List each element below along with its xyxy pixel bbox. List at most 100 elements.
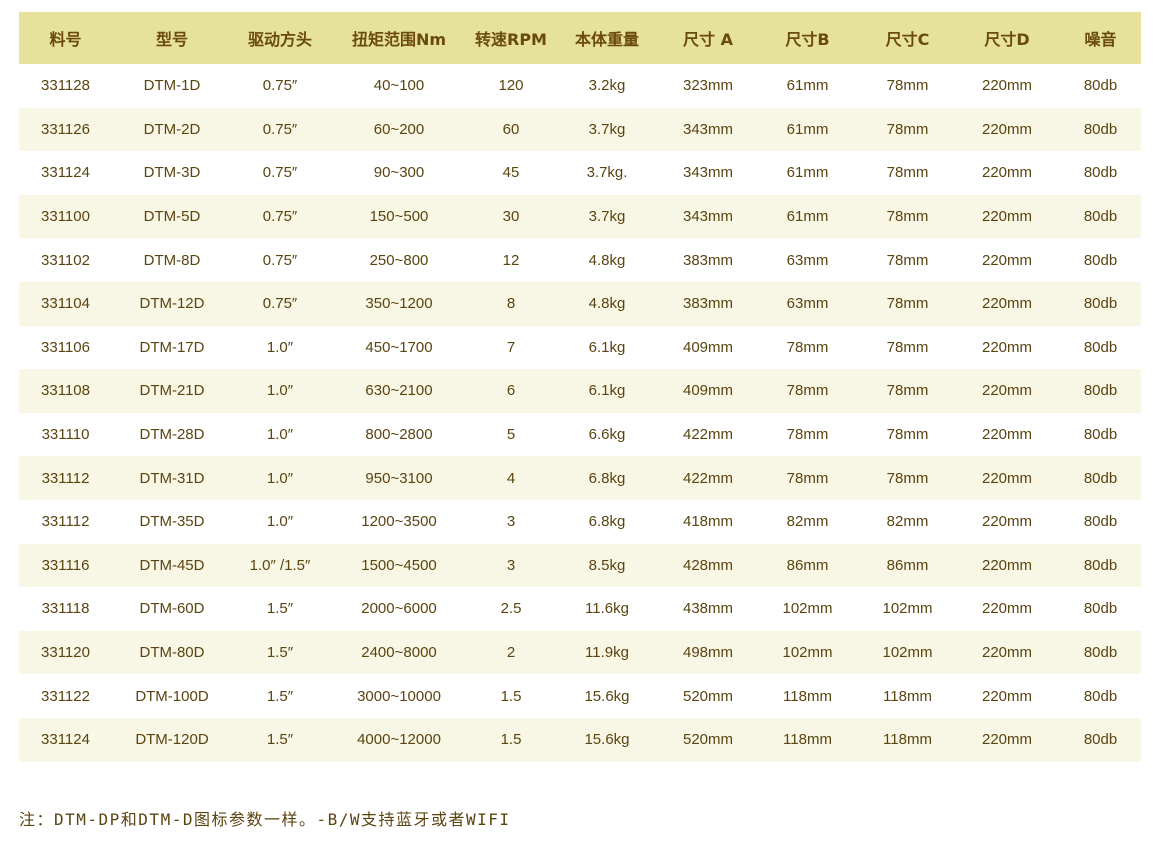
table-cell: 78mm (861, 325, 954, 370)
table-cell: 331110 (19, 412, 112, 457)
table-cell: 102mm (754, 587, 861, 631)
table-cell: 86mm (754, 543, 861, 588)
table-row: 331100 DTM-5D 0.75″ 150~500 30 3.7kg 343mm 61mm… (19, 194, 1141, 239)
table-cell: 2 (470, 630, 552, 675)
table-cell: 331100 (19, 194, 112, 239)
table-cell: 3.2kg (552, 64, 662, 108)
table-cell: 118mm (861, 717, 954, 762)
table-body: 331128 DTM-1D 0.75″ 40~100 120 3.2kg 323mm 61mm… (19, 64, 1141, 762)
column-header: 扭矩范围Nm (328, 12, 470, 64)
table-cell: 1.5 (470, 717, 552, 762)
table-cell: 220mm (954, 238, 1060, 282)
table-cell: 1200~3500 (328, 499, 470, 544)
column-header: 尺寸B (754, 12, 861, 64)
table-cell: 0.75″ (232, 238, 328, 282)
table-cell: 343mm (662, 151, 754, 195)
table-cell: 80db (1060, 281, 1141, 326)
table-cell: 331118 (19, 587, 112, 631)
table-cell: 78mm (861, 64, 954, 108)
table-cell: 7 (470, 325, 552, 370)
table-cell: 220mm (954, 499, 1060, 544)
table-row: 331120 DTM-80D 1.5″ 2400~8000 2 11.9kg 498mm 10… (19, 630, 1141, 675)
table-cell: 12 (470, 238, 552, 282)
table-cell: 2.5 (470, 587, 552, 631)
table-cell: 331106 (19, 325, 112, 370)
table-cell: 800~2800 (328, 412, 470, 457)
table-cell: 220mm (954, 630, 1060, 675)
table-cell: 331108 (19, 369, 112, 413)
table-cell: 422mm (662, 412, 754, 457)
table-cell: 118mm (861, 674, 954, 718)
table-cell: 220mm (954, 281, 1060, 326)
table-row: 331102 DTM-8D 0.75″ 250~800 12 4.8kg 383mm 63mm… (19, 238, 1141, 282)
table-row: 331128 DTM-1D 0.75″ 40~100 120 3.2kg 323mm 61mm… (19, 64, 1141, 108)
table-cell: 220mm (954, 194, 1060, 239)
table-cell: 1.0″ (232, 499, 328, 544)
table-cell: 102mm (754, 630, 861, 675)
table-cell: 331104 (19, 281, 112, 326)
table-cell: DTM-1D (112, 64, 232, 108)
table-cell: 3.7kg (552, 107, 662, 152)
table-cell: 250~800 (328, 238, 470, 282)
table-cell: 80db (1060, 717, 1141, 762)
table-cell: 331122 (19, 674, 112, 718)
table-cell: DTM-120D (112, 717, 232, 762)
table-cell: 323mm (662, 64, 754, 108)
table-cell: 78mm (861, 281, 954, 326)
table-cell: 102mm (861, 587, 954, 631)
table-cell: 78mm (861, 194, 954, 239)
table-cell: 3.7kg (552, 194, 662, 239)
table-cell: DTM-28D (112, 412, 232, 457)
table-cell: 61mm (754, 151, 861, 195)
table-cell: 520mm (662, 674, 754, 718)
table-cell: 78mm (861, 369, 954, 413)
table-cell: 331112 (19, 499, 112, 544)
column-header: 料号 (19, 12, 112, 64)
spec-table: 料号 型号 驱动方头 扭矩范围Nm 转速RPM 本体重量 尺寸 A 尺寸B 尺寸C 尺寸D 噪音 3… (19, 12, 1141, 762)
table-cell: 6.8kg (552, 456, 662, 500)
table-cell: DTM-31D (112, 456, 232, 500)
table-cell: 80db (1060, 412, 1141, 457)
table-cell: 438mm (662, 587, 754, 631)
table-cell: 1500~4500 (328, 543, 470, 588)
table-cell: 78mm (754, 325, 861, 370)
table-cell: 1.0″ (232, 369, 328, 413)
table-cell: 220mm (954, 543, 1060, 588)
table-cell: 4000~12000 (328, 717, 470, 762)
table-row: 331110 DTM-28D 1.0″ 800~2800 5 6.6kg 422mm 78mm… (19, 412, 1141, 457)
table-cell: 6.8kg (552, 499, 662, 544)
table-cell: 220mm (954, 64, 1060, 108)
table-row: 331112 DTM-35D 1.0″ 1200~3500 3 6.8kg 418mm 82m… (19, 499, 1141, 544)
column-header: 驱动方头 (232, 12, 328, 64)
table-cell: 2000~6000 (328, 587, 470, 631)
table-cell: 220mm (954, 151, 1060, 195)
table-cell: 428mm (662, 543, 754, 588)
table-cell: 80db (1060, 674, 1141, 718)
table-cell: 150~500 (328, 194, 470, 239)
table-cell: 40~100 (328, 64, 470, 108)
table-cell: 1.5″ (232, 717, 328, 762)
table-cell: 60 (470, 107, 552, 152)
table-cell: 331116 (19, 543, 112, 588)
table-cell: 80db (1060, 369, 1141, 413)
table-cell: 11.6kg (552, 587, 662, 631)
table-cell: 11.9kg (552, 630, 662, 675)
table-cell: 0.75″ (232, 107, 328, 152)
table-cell: 8.5kg (552, 543, 662, 588)
table-cell: 343mm (662, 194, 754, 239)
table-cell: 343mm (662, 107, 754, 152)
table-cell: DTM-60D (112, 587, 232, 631)
table-cell: 630~2100 (328, 369, 470, 413)
table-cell: 0.75″ (232, 151, 328, 195)
table-cell: 220mm (954, 107, 1060, 152)
table-cell: 1.5″ (232, 587, 328, 631)
table-cell: 80db (1060, 107, 1141, 152)
table-cell: 6.1kg (552, 369, 662, 413)
table-cell: 80db (1060, 238, 1141, 282)
table-cell: 331128 (19, 64, 112, 108)
table-cell: 422mm (662, 456, 754, 500)
table-cell: 0.75″ (232, 194, 328, 239)
table-cell: 331112 (19, 456, 112, 500)
table-row: 331104 DTM-12D 0.75″ 350~1200 8 4.8kg 383mm 63m… (19, 281, 1141, 326)
table-cell: 80db (1060, 151, 1141, 195)
